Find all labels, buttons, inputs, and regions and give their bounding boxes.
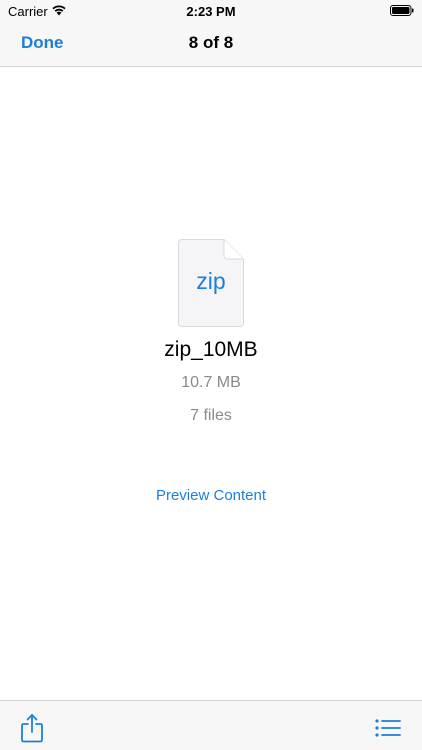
battery-icon [390,5,414,16]
file-count: 7 files [190,407,232,424]
file-extension-label: zip [196,268,226,294]
bottom-toolbar [0,700,422,750]
list-icon[interactable] [374,717,402,739]
file-size: 10.7 MB [181,374,241,391]
status-bar: Carrier 2:23 PM [0,0,422,22]
file-name: zip_10MB [164,338,258,361]
page-title: 8 of 8 [188,33,234,52]
preview-content-container: Preview Content [0,487,422,504]
status-time: 2:23 PM [186,4,236,19]
navigation-bar: Done 8 of 8 [0,22,422,67]
share-icon[interactable] [19,713,45,743]
preview-content-button[interactable]: Preview Content [156,487,266,504]
screen: Carrier 2:23 PM Done 8 of 8 zip zip_10MB… [0,0,422,750]
